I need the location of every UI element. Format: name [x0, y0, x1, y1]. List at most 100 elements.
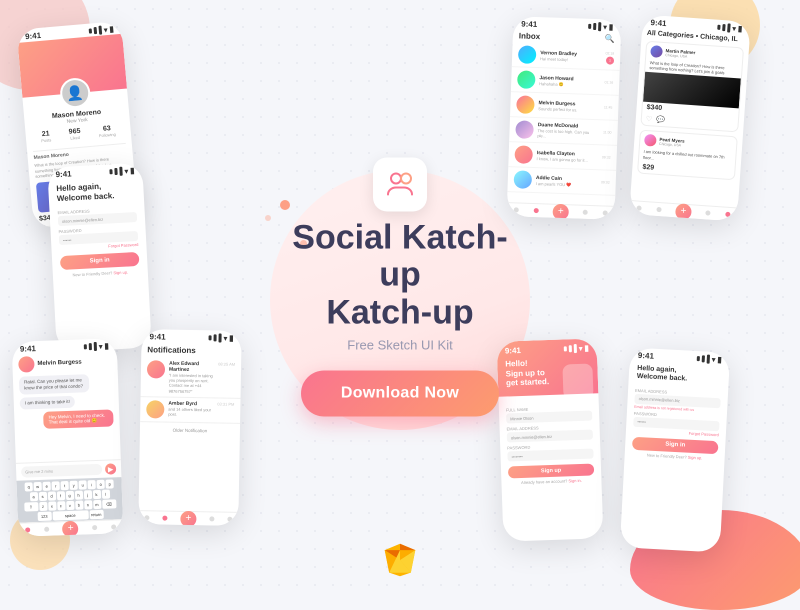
nav-add-6[interactable]: +: [675, 203, 692, 220]
inbox-item-4[interactable]: Duane McDonald The cost is too high. Can…: [509, 117, 618, 146]
key-u[interactable]: u: [79, 480, 87, 489]
key-f[interactable]: f: [56, 491, 64, 500]
key-r[interactable]: r: [52, 481, 60, 490]
key-l[interactable]: l: [101, 490, 109, 499]
key-delete[interactable]: ⌫: [102, 499, 116, 508]
email-input-7[interactable]: olson.minnie@ellen.biz: [507, 430, 593, 443]
key-p[interactable]: p: [105, 479, 113, 488]
nav-home-3[interactable]: [25, 527, 30, 532]
phone-inbox: 9:41 ▾▮ Inbox 🔍 Vernon Bradley Hai meet …: [507, 16, 622, 220]
notif-text-2: and 14 others liked your post.: [168, 406, 213, 417]
password-input-7[interactable]: ••••••••: [507, 448, 593, 461]
title-social: Social Katch-up: [285, 219, 515, 294]
key-y[interactable]: y: [70, 481, 78, 490]
inbox-item-1[interactable]: Vernon Bradley Hai meet today! 02:18 1: [512, 42, 621, 71]
notif-item-1: Alex Edward Martinez "I am interested in…: [141, 357, 242, 398]
nav-bell-6[interactable]: [706, 210, 711, 215]
nav-search-6[interactable]: [656, 207, 661, 212]
send-button[interactable]: ▶: [105, 463, 116, 474]
feed-card-2: Pearl Myers Chicago, USA I am looking fo…: [637, 130, 738, 180]
key-g[interactable]: g: [65, 491, 73, 500]
app-icon: [373, 157, 427, 211]
phone-notifications: 9:41 ▾▮ Notifications Alex Edward Martin…: [138, 329, 241, 526]
signup-button[interactable]: Sign up: [508, 463, 594, 478]
chat-input[interactable]: Give me 2 mins: [21, 464, 102, 478]
phone-feed: 9:41 ▾▮ All Categories • Chicago, IL Mar…: [629, 14, 751, 221]
notif-item-2: Amber Byrd and 14 others liked your post…: [140, 397, 240, 424]
key-x[interactable]: x: [48, 501, 56, 510]
signin-button[interactable]: Sign in: [60, 252, 140, 270]
nav-add-3[interactable]: +: [62, 520, 79, 537]
feed-card-1: Martin Palmer Chicago, USA What is the l…: [640, 41, 744, 133]
inbox-avatar-6: [514, 170, 533, 189]
signup-image: [562, 363, 593, 399]
nav-search-4[interactable]: [163, 516, 168, 521]
fullname-input[interactable]: Minnie Olson: [506, 411, 592, 424]
key-123[interactable]: 123: [37, 512, 51, 521]
inbox-item-2[interactable]: Jason Howard Hahahaha 😊 01:16: [511, 67, 620, 96]
inbox-meta-1: 02:18 1: [605, 51, 614, 64]
signup-link: New to Friendly Deer? Sign up.: [61, 269, 140, 278]
key-q[interactable]: q: [25, 482, 33, 491]
login2-form: EMAIL ADDRESS olson.minnie@ellen.biz Ema…: [620, 383, 728, 552]
older-notifications[interactable]: Older Notification: [173, 427, 208, 433]
stat-following-label: Following: [99, 132, 116, 138]
profile-stats: 21 Posts 965 Liked 63 Following: [31, 124, 125, 144]
comment-icon[interactable]: 💬: [656, 116, 665, 125]
key-k[interactable]: k: [92, 490, 100, 499]
notif-content-1: Alex Edward Martinez "I am interested in…: [169, 361, 215, 395]
key-shift[interactable]: ⇧: [24, 502, 38, 511]
key-n[interactable]: n: [84, 500, 92, 509]
key-h[interactable]: h: [74, 491, 82, 500]
nav-bell-4[interactable]: [209, 516, 214, 521]
inbox-info-2: Jason Howard Hahahaha 😊: [539, 75, 601, 88]
key-v[interactable]: v: [66, 501, 74, 510]
inbox-avatar-1: [518, 45, 537, 64]
inbox-info-1: Vernon Bradley Hai meet today!: [540, 50, 602, 63]
sketch-logo: [382, 542, 418, 578]
inbox-item-5[interactable]: Isabella Clayton I know, I am gonna go f…: [508, 142, 617, 171]
stat-followers-label: Liked: [69, 135, 81, 141]
key-w[interactable]: w: [34, 482, 42, 491]
nav-search-3[interactable]: [44, 527, 49, 532]
key-t[interactable]: t: [61, 481, 69, 490]
notif-text-1: "I am interested in taking you prosperit…: [169, 373, 214, 395]
inbox-item-3[interactable]: Melvin Burgess Sounds perfect for us. 11…: [510, 92, 619, 121]
key-i[interactable]: i: [88, 480, 96, 489]
nav-bell-3[interactable]: [92, 525, 97, 530]
chat-bubble-sent: Hey Melvin, I need to check. That deal i…: [43, 409, 113, 429]
notif-time-1: 08:25 AM: [218, 361, 235, 394]
chat-bubble-received-2: I am thinking to take it!: [20, 395, 75, 409]
key-s[interactable]: s: [38, 492, 46, 501]
search-icon[interactable]: 🔍: [605, 34, 615, 43]
feed-avatar-2: [644, 134, 657, 147]
title-katchup: Katch-up: [285, 294, 515, 331]
key-e[interactable]: e: [43, 482, 51, 491]
key-j[interactable]: j: [83, 490, 91, 499]
nav-inbox-5[interactable]: [533, 208, 538, 213]
subtitle: Free Sketch UI Kit: [285, 338, 515, 353]
key-b[interactable]: b: [75, 501, 83, 510]
profile-header: 👤: [18, 34, 127, 98]
notif-name-1: Alex Edward Martinez: [169, 361, 214, 374]
key-a[interactable]: a: [29, 492, 37, 501]
key-o[interactable]: o: [97, 480, 105, 489]
inbox-item-6[interactable]: Addie Cain I am pearls YOU ❤️ 09:02: [507, 167, 616, 196]
nav-bell-5[interactable]: [583, 210, 588, 215]
nav-add-4[interactable]: +: [180, 510, 196, 526]
key-c[interactable]: c: [57, 501, 65, 510]
key-z[interactable]: z: [39, 502, 47, 511]
nav-home-6[interactable]: [637, 206, 642, 211]
key-return[interactable]: return: [89, 510, 103, 519]
download-button[interactable]: Download Now: [301, 371, 499, 417]
notif-avatar-2: [146, 400, 164, 418]
nav-add-5[interactable]: +: [552, 203, 569, 220]
key-m[interactable]: m: [93, 500, 101, 509]
notif-time-2: 03:31 PM: [217, 401, 234, 419]
heart-icon[interactable]: ♡: [646, 115, 653, 123]
key-d[interactable]: d: [47, 491, 55, 500]
key-space[interactable]: space: [52, 510, 88, 520]
chat-avatar: [18, 356, 35, 373]
notif-title: Notifications: [141, 342, 241, 359]
hello2-text: Hello again,Welcome back.: [637, 365, 722, 386]
